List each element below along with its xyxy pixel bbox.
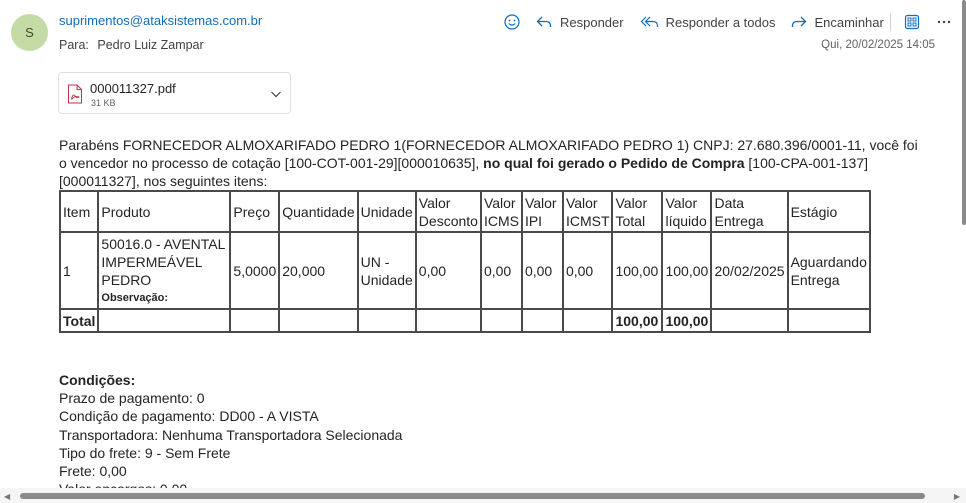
condition-line: Transportadora: Nenhuma Transportadora S… — [59, 426, 403, 443]
header-estagio: Estágio — [786, 190, 871, 233]
header-valor-desconto: Valor Desconto — [414, 190, 482, 233]
produto-name: 50016.0 - AVENTAL IMPERMEÁVEL PEDRO — [101, 235, 225, 288]
condition-line: Tipo do frete: 9 - Sem Frete — [59, 444, 231, 461]
cell-icmst: 0,00 — [561, 231, 614, 310]
reply-button[interactable]: Responder — [535, 13, 624, 31]
vertical-scrollbar[interactable] — [962, 0, 966, 225]
total-empty-cell — [229, 308, 281, 333]
horizontal-scrollbar[interactable]: ◀ ▶ — [0, 488, 966, 503]
cell-estagio: Aguardando Entrega — [786, 231, 871, 310]
table-total-row: Total 100,00 100,00 — [58, 308, 871, 333]
total-empty-cell — [356, 308, 417, 333]
recipient-line: Para: Pedro Luiz Zampar — [59, 38, 209, 52]
conditions-section: Condições: Prazo de pagamento: 0 Condiçã… — [59, 371, 402, 498]
more-actions-button[interactable] — [933, 11, 955, 33]
header-unidade: Unidade — [356, 190, 417, 233]
header-valor-icmst: Valor ICMST — [561, 190, 614, 233]
table-header-row: Item Produto Preço Quantidade Unidade Va… — [58, 190, 871, 233]
table-row: 1 50016.0 - AVENTAL IMPERMEÁVEL PEDRO Ob… — [58, 231, 871, 310]
header-valor-ipi: Valor IPI — [520, 190, 564, 233]
attachment-card[interactable]: 000011327.pdf 31 KB — [58, 72, 291, 114]
sent-date: Qui, 20/02/2025 14:05 — [821, 39, 935, 51]
horizontal-scrollbar-thumb[interactable] — [20, 493, 925, 499]
header-produto: Produto — [97, 190, 232, 233]
header-valor-liquido: Valor líquido — [661, 190, 713, 233]
total-valor-total: 100,00 — [611, 308, 664, 333]
attachment-name: 000011327.pdf — [90, 81, 176, 96]
condition-line: Frete: 0,00 — [59, 463, 127, 480]
total-empty-cell — [520, 308, 564, 333]
total-empty-cell — [97, 308, 232, 333]
cell-desconto: 0,00 — [414, 231, 482, 310]
forward-button[interactable]: Encaminhar — [790, 13, 884, 31]
cell-item: 1 — [58, 231, 100, 310]
message-actions: Responder Responder a todos Encaminhar — [500, 9, 955, 35]
sender-avatar[interactable]: S — [11, 14, 48, 51]
forward-label: Encaminhar — [814, 14, 884, 30]
cell-produto: 50016.0 - AVENTAL IMPERMEÁVEL PEDRO Obse… — [97, 231, 232, 310]
cell-preco: 5,0000 — [229, 231, 281, 310]
sender-email[interactable]: suprimentos@ataksistemas.com.br — [59, 13, 262, 28]
cell-liquido: 100,00 — [661, 231, 713, 310]
reply-label: Responder — [560, 14, 624, 30]
cell-unidade: UN - Unidade — [356, 231, 417, 310]
conditions-title: Condições: — [59, 372, 136, 388]
reply-all-label: Responder a todos — [665, 14, 776, 30]
cell-quantidade: 20,000 — [278, 231, 359, 310]
to-label: Para: — [59, 38, 89, 52]
intro-bold-text: no qual foi gerado o Pedido de Compra — [483, 155, 745, 171]
scroll-right-icon[interactable]: ▶ — [954, 492, 960, 501]
reply-all-button[interactable]: Responder a todos — [640, 13, 776, 31]
header-valor-total: Valor Total — [611, 190, 664, 233]
attachment-size: 31 KB — [91, 98, 116, 108]
forward-icon — [792, 16, 807, 27]
reply-all-icon — [640, 16, 658, 27]
condition-line: Condição de pagamento: DD00 - A VISTA — [59, 408, 319, 425]
order-items-table: Item Produto Preço Quantidade Unidade Va… — [58, 190, 871, 333]
smiley-icon — [504, 14, 520, 30]
total-empty-cell — [278, 308, 359, 333]
cell-total: 100,00 — [611, 231, 664, 310]
apps-button[interactable] — [901, 11, 923, 33]
total-empty-cell — [479, 308, 523, 333]
header-preco: Preço — [229, 190, 281, 233]
apps-grid-icon — [904, 14, 919, 30]
recipient-name[interactable]: Pedro Luiz Zampar — [97, 38, 203, 52]
chevron-down-icon[interactable] — [270, 88, 282, 100]
produto-observacao: Observação: — [101, 291, 169, 304]
header-quantidade: Quantidade — [278, 190, 359, 233]
condition-line: Prazo de pagamento: 0 — [59, 390, 205, 407]
header-valor-icms: Valor ICMS — [479, 190, 523, 233]
pdf-file-icon — [68, 84, 82, 104]
total-empty-cell — [786, 308, 871, 333]
header-item: Item — [58, 190, 100, 233]
more-horizontal-icon — [937, 20, 951, 24]
total-empty-cell — [710, 308, 789, 333]
emoji-reaction-button[interactable] — [501, 11, 523, 33]
reply-icon — [536, 16, 552, 27]
cell-entrega: 20/02/2025 — [710, 231, 789, 310]
cell-icms: 0,00 — [479, 231, 523, 310]
total-label: Total — [58, 308, 100, 333]
scroll-left-icon[interactable]: ◀ — [4, 492, 10, 501]
message-intro: Parabéns FORNECEDOR ALMOXARIFADO PEDRO 1… — [59, 136, 929, 190]
cell-ipi: 0,00 — [520, 231, 564, 310]
total-empty-cell — [414, 308, 482, 333]
header-data-entrega: Data Entrega — [710, 190, 789, 233]
action-separator — [889, 13, 891, 31]
total-empty-cell — [561, 308, 614, 333]
total-valor-liquido: 100,00 — [661, 308, 713, 333]
